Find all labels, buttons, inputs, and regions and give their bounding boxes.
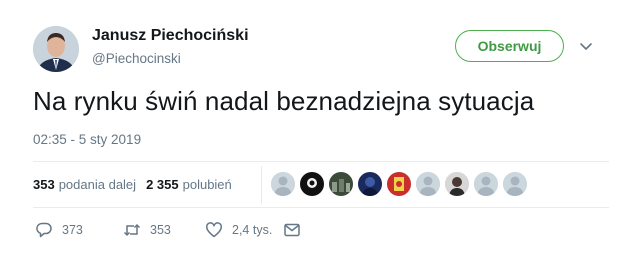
author-name[interactable]: Janusz Piechociński	[92, 27, 249, 45]
chevron-down-icon[interactable]	[578, 38, 594, 54]
liker-avatar[interactable]	[300, 172, 324, 196]
tweet-text: Na rynku świń nadal beznadziejna sytuacj…	[33, 86, 535, 116]
liker-avatar[interactable]	[329, 172, 353, 196]
reply-action[interactable]: 373	[35, 221, 123, 239]
heart-icon	[206, 222, 222, 238]
liker-avatar[interactable]	[474, 172, 498, 196]
likes-label: polubień	[182, 177, 232, 192]
retweet-count: 353	[150, 223, 171, 237]
liker-avatar[interactable]	[445, 172, 469, 196]
author-avatar[interactable]	[33, 26, 79, 72]
like-count: 2,4 tys.	[232, 223, 273, 237]
retweets-stat[interactable]: 353 podania dalej	[33, 177, 136, 192]
reply-count: 373	[62, 223, 83, 237]
like-action[interactable]: 2,4 tys.	[205, 221, 283, 239]
tweet-actions: 373 353 2,4 tys.	[35, 221, 310, 239]
divider	[33, 207, 609, 208]
retweet-action[interactable]: 353	[123, 221, 205, 239]
divider	[33, 161, 609, 162]
follow-button[interactable]: Obserwuj	[455, 30, 564, 62]
liker-avatar[interactable]	[271, 172, 295, 196]
envelope-icon	[284, 223, 300, 237]
likes-count: 2 355	[146, 177, 179, 192]
retweets-count: 353	[33, 177, 55, 192]
stats-separator	[261, 166, 262, 204]
tweet-timestamp[interactable]: 02:35 - 5 sty 2019	[33, 132, 141, 147]
likers-avatars	[271, 172, 532, 196]
liker-avatar[interactable]	[503, 172, 527, 196]
direct-message-action[interactable]	[283, 221, 310, 239]
likes-stat[interactable]: 2 355 polubień	[146, 177, 232, 192]
liker-avatar[interactable]	[358, 172, 382, 196]
retweets-label: podania dalej	[58, 177, 137, 192]
liker-avatar[interactable]	[416, 172, 440, 196]
reply-icon	[36, 222, 52, 238]
retweet-icon	[123, 223, 141, 237]
author-handle[interactable]: @Piechocinski	[92, 51, 181, 66]
engagement-stats: 353 podania dalej 2 355 polubień	[33, 177, 242, 192]
liker-avatar[interactable]	[387, 172, 411, 196]
